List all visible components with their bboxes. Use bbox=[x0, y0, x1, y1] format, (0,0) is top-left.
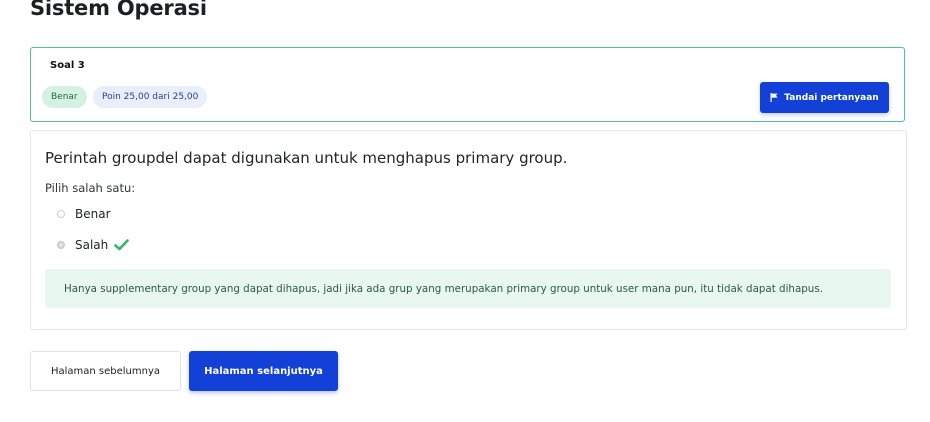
option-salah[interactable]: Salah bbox=[57, 238, 130, 252]
option-benar[interactable]: Benar bbox=[57, 207, 111, 221]
flag-icon bbox=[770, 93, 778, 102]
question-card: Perintah groupdel dapat digunakan untuk … bbox=[30, 130, 907, 330]
status-badge: Benar bbox=[42, 86, 87, 108]
radio-salah[interactable] bbox=[57, 241, 65, 249]
page-title: Sistem Operasi bbox=[30, 0, 207, 20]
radio-benar[interactable] bbox=[57, 210, 65, 218]
question-text: Perintah groupdel dapat digunakan untuk … bbox=[45, 149, 568, 167]
next-page-button[interactable]: Halaman selanjutnya bbox=[189, 351, 338, 391]
feedback-text: Hanya supplementary group yang dapat dih… bbox=[64, 282, 823, 295]
previous-page-button[interactable]: Halaman sebelumnya bbox=[30, 351, 181, 391]
flag-question-button[interactable]: Tandai pertanyaan bbox=[760, 82, 889, 113]
feedback-box: Hanya supplementary group yang dapat dih… bbox=[45, 269, 891, 308]
option-salah-label: Salah bbox=[75, 238, 109, 252]
question-info-card: Soal 3 Benar Poin 25,00 dari 25,00 Tanda… bbox=[30, 47, 905, 122]
flag-question-label: Tandai pertanyaan bbox=[784, 92, 879, 103]
choose-one-label: Pilih salah satu: bbox=[45, 181, 136, 195]
question-number: Soal 3 bbox=[50, 60, 85, 71]
option-benar-label: Benar bbox=[75, 207, 111, 221]
points-badge: Poin 25,00 dari 25,00 bbox=[93, 86, 208, 108]
check-icon bbox=[114, 239, 130, 251]
